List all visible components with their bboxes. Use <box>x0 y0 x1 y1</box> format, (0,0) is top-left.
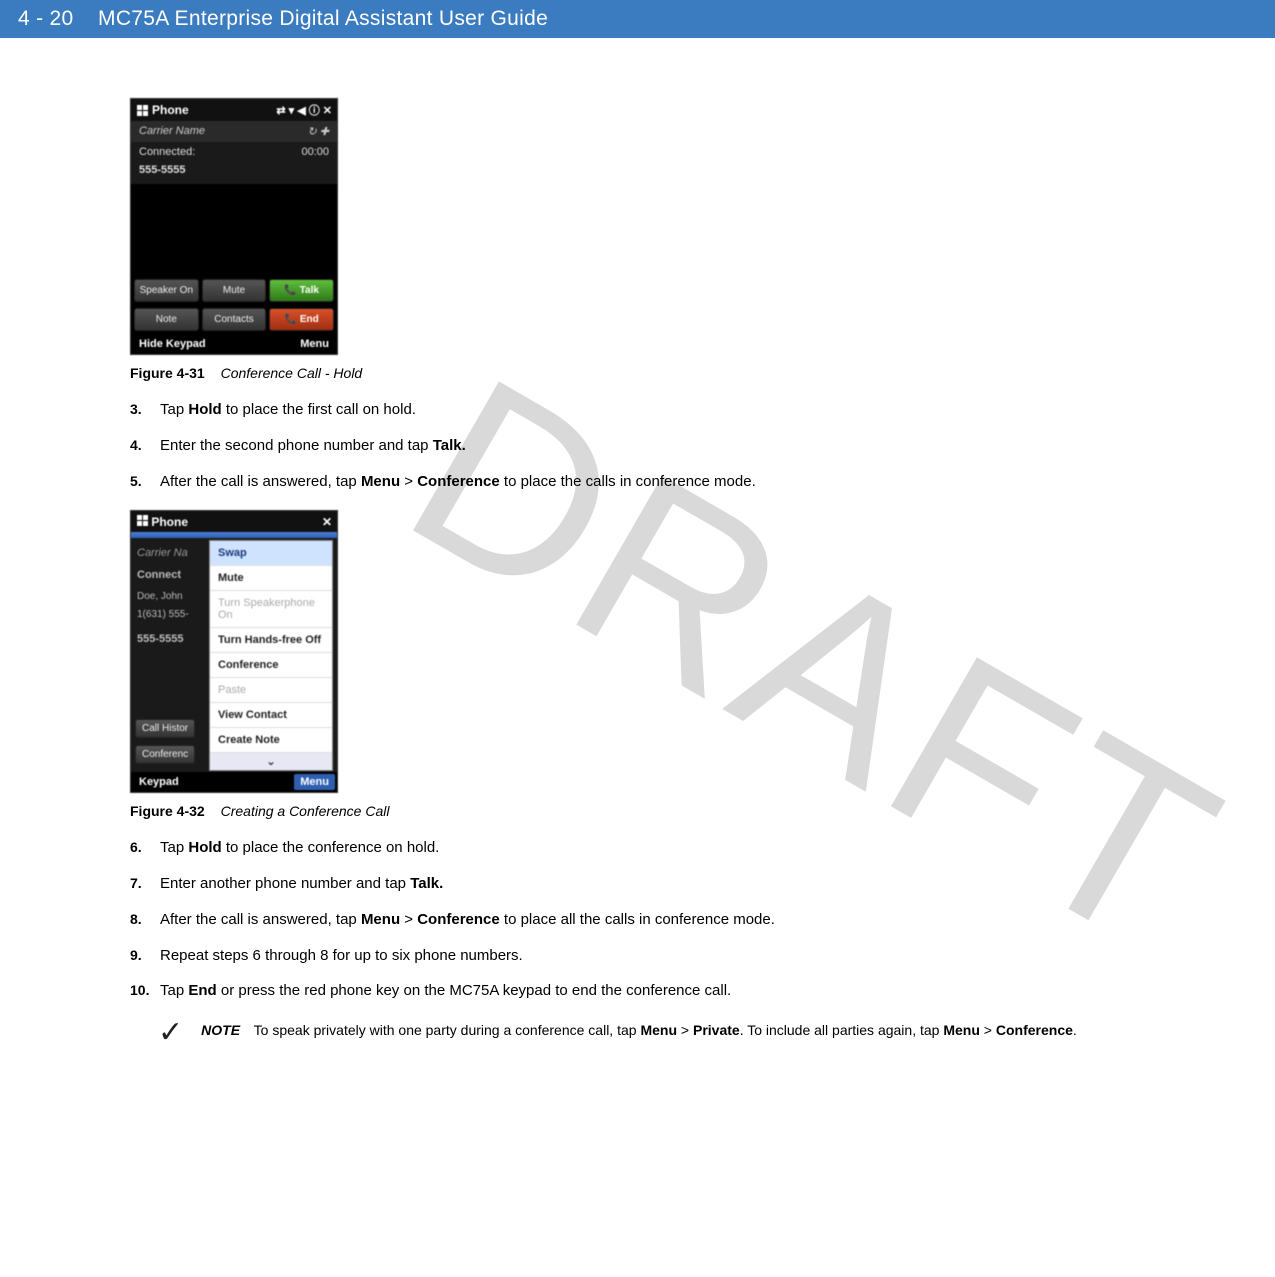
menu-swap[interactable]: Swap <box>210 541 332 566</box>
speaker-on-button[interactable]: Speaker On <box>134 279 199 302</box>
windows-icon <box>136 104 148 116</box>
talk-button[interactable]: 📞 Talk <box>269 279 334 302</box>
call-time: 00:00 <box>301 146 329 158</box>
menu-speakerphone[interactable]: Turn Speakerphone On <box>210 591 332 628</box>
windows-icon <box>136 514 148 526</box>
menu-create-note[interactable]: Create Note <box>210 728 332 753</box>
menu-softkey-active[interactable]: Menu <box>294 774 335 790</box>
figure-4-31-image: Phone ⇄ ▾ ◀ ⓘ ✕ Carrier Name ↻ ✚ Connect… <box>130 98 1145 355</box>
note-button[interactable]: Note <box>134 308 199 331</box>
step-9: 9. Repeat steps 6 through 8 for up to si… <box>130 945 1145 967</box>
page-number: 4 - 20 <box>18 7 74 30</box>
step-3: 3. Tap Hold to place the first call on h… <box>130 399 1145 421</box>
phone2-bottombar: Keypad Menu <box>131 772 337 792</box>
figure-4-31-caption: Figure 4-31 Conference Call - Hold <box>130 365 1145 381</box>
menu-conference[interactable]: Conference <box>210 653 332 678</box>
phone1-bottombar: Hide Keypad Menu <box>131 334 337 354</box>
carrier-extra-icon: ↻ ✚ <box>308 125 330 138</box>
step-5: 5. After the call is answered, tap Menu … <box>130 471 1145 493</box>
note-text: NOTE To speak privately with one party d… <box>201 1020 1077 1040</box>
menu-mute[interactable]: Mute <box>210 566 332 591</box>
contacts-button[interactable]: Contacts <box>202 308 267 331</box>
check-icon: ✓ <box>158 1018 183 1048</box>
connected-label: Connected: <box>139 146 195 158</box>
steps-3-5: 3. Tap Hold to place the first call on h… <box>130 399 1145 492</box>
step-8: 8. After the call is answered, tap Menu … <box>130 909 1145 931</box>
fig2-title: Creating a Conference Call <box>221 803 390 819</box>
hide-keypad-softkey[interactable]: Hide Keypad <box>139 338 206 350</box>
menu-view-contact[interactable]: View Contact <box>210 703 332 728</box>
page-header: 4 - 20 MC75A Enterprise Digital Assistan… <box>0 0 1275 38</box>
fig1-label: Figure 4-31 <box>130 365 205 381</box>
phone1-status-row: Connected: 00:00 <box>131 142 337 162</box>
phone2-titlebar: Phone ✕ <box>131 511 337 532</box>
note-block: ✓ NOTE To speak privately with one party… <box>158 1020 1145 1048</box>
note-label: NOTE <box>201 1022 240 1038</box>
phone1-number: 555-5555 <box>131 162 337 184</box>
call-history-button[interactable]: Call Histor <box>135 719 195 738</box>
phone-screenshot-2: Phone ✕ Carrier Na Connect Doe, John 1(6… <box>130 510 338 793</box>
phone-screenshot-1: Phone ⇄ ▾ ◀ ⓘ ✕ Carrier Name ↻ ✚ Connect… <box>130 98 338 355</box>
step-7: 7. Enter another phone number and tap Ta… <box>130 873 1145 895</box>
phone1-title: Phone <box>152 103 189 117</box>
carrier-name: Carrier Name <box>139 125 205 138</box>
keypad-softkey[interactable]: Keypad <box>139 776 179 788</box>
conference-button[interactable]: Conferenc <box>135 745 195 764</box>
steps-6-10: 6. Tap Hold to place the conference on h… <box>130 837 1145 1002</box>
step-6: 6. Tap Hold to place the conference on h… <box>130 837 1145 859</box>
fig1-title: Conference Call - Hold <box>221 365 363 381</box>
phone1-button-row-2: Note Contacts 📞 End <box>131 305 337 334</box>
menu-paste[interactable]: Paste <box>210 678 332 703</box>
phone1-button-row-1: Speaker On Mute 📞 Talk <box>131 276 337 305</box>
fig2-label: Figure 4-32 <box>130 803 205 819</box>
end-button[interactable]: 📞 End <box>269 308 334 331</box>
step-4: 4. Enter the second phone number and tap… <box>130 435 1145 457</box>
phone2-body: Carrier Na Connect Doe, John 1(631) 555-… <box>131 538 337 772</box>
menu-softkey[interactable]: Menu <box>300 338 329 350</box>
menu-more-arrow-icon[interactable]: ⌄ <box>210 753 332 770</box>
mute-button[interactable]: Mute <box>202 279 267 302</box>
phone1-status-icons: ⇄ ▾ ◀ ⓘ ✕ <box>276 102 332 118</box>
phone2-left-labels: Carrier Na Connect Doe, John 1(631) 555-… <box>137 544 189 652</box>
phone2-menu-popup: Swap Mute Turn Speakerphone On Turn Hand… <box>209 540 333 771</box>
guide-title: MC75A Enterprise Digital Assistant User … <box>98 7 548 30</box>
phone1-titlebar: Phone ⇄ ▾ ◀ ⓘ ✕ <box>131 99 337 121</box>
phone1-carrier-row: Carrier Name ↻ ✚ <box>131 121 337 142</box>
phone2-title: Phone <box>151 515 188 529</box>
step-10: 10. Tap End or press the red phone key o… <box>130 980 1145 1002</box>
phone1-blank-area <box>131 184 337 276</box>
figure-4-32-caption: Figure 4-32 Creating a Conference Call <box>130 803 1145 819</box>
close-icon[interactable]: ✕ <box>322 515 332 529</box>
figure-4-32-image: Phone ✕ Carrier Na Connect Doe, John 1(6… <box>130 510 1145 793</box>
menu-handsfree[interactable]: Turn Hands-free Off <box>210 628 332 653</box>
